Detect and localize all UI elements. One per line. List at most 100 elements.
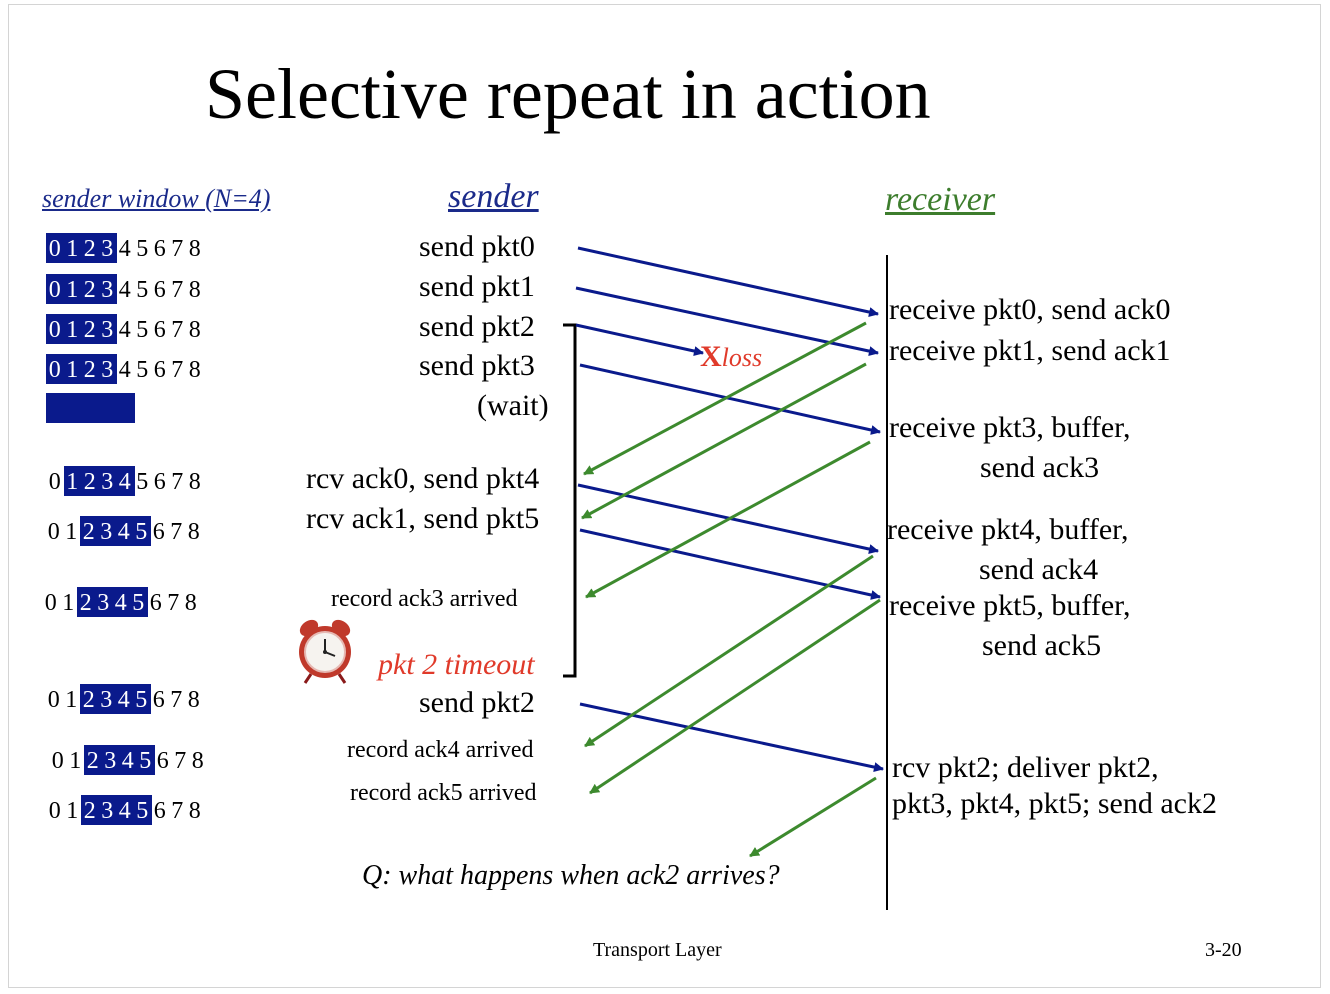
sequence-number: 2 <box>83 317 96 343</box>
sequence-number: 4 <box>118 236 131 262</box>
footer-page-number: 3-20 <box>1205 939 1242 961</box>
sequence-number: 2 <box>83 236 96 262</box>
sequence-number: 5 <box>136 357 149 383</box>
timeout-label: pkt 2 timeout <box>378 648 535 681</box>
sequence-number: 1 <box>66 317 79 343</box>
sequence-number: 3 <box>101 798 114 824</box>
sender-event-wait: (wait) <box>477 389 549 422</box>
receiver-event-pkt5-line1: receive pkt5, buffer, <box>889 589 1131 622</box>
receiver-event-pkt3-line2: send ack3 <box>980 451 1100 484</box>
sequence-number: 5 <box>132 590 145 616</box>
sequence-number: 6 <box>153 277 166 303</box>
sender-event-record-ack4: record ack4 arrived <box>347 737 534 763</box>
slide: Selective repeat in action sender window… <box>0 0 1330 994</box>
sequence-number: 4 <box>118 469 131 495</box>
sender-event-send-pkt1: send pkt1 <box>419 270 535 303</box>
sequence-number: 2 <box>86 748 99 774</box>
arrow-ack2 <box>749 776 877 858</box>
sequence-number: 8 <box>191 748 204 774</box>
sequence-number: 7 <box>170 519 183 545</box>
sequence-number: 0 <box>48 798 61 824</box>
sequence-number: 2 <box>82 687 95 713</box>
sender-event-send-pkt2: send pkt2 <box>419 310 535 343</box>
window-sequence-numbers: 012345678 <box>46 798 204 825</box>
sequence-number: 5 <box>139 748 152 774</box>
sequence-number: 0 <box>51 748 64 774</box>
sequence-number: 2 <box>83 277 96 303</box>
alarm-clock-icon <box>299 619 351 684</box>
sequence-number: 6 <box>153 469 166 495</box>
timing-diagram <box>299 246 888 910</box>
sequence-number: 5 <box>136 277 149 303</box>
sequence-number: 1 <box>66 236 79 262</box>
sequence-number: 8 <box>188 469 201 495</box>
sequence-number: 6 <box>153 317 166 343</box>
slide-title: Selective repeat in action <box>205 54 931 134</box>
sequence-number: 2 <box>82 519 95 545</box>
sequence-number: 0 <box>47 519 60 545</box>
sequence-number: 6 <box>153 357 166 383</box>
loss-marker: Xloss <box>700 342 762 372</box>
sender-event-record-ack5: record ack5 arrived <box>350 780 537 806</box>
sequence-number: 6 <box>149 590 162 616</box>
arrow-ack1 <box>581 362 867 520</box>
sequence-number: 3 <box>97 590 110 616</box>
receiver-event-pkt1: receive pkt1, send ack1 <box>889 334 1171 367</box>
sequence-number: 2 <box>83 469 96 495</box>
arrow-pkt3 <box>579 363 881 435</box>
window-sequence-numbers: 012345678 <box>49 748 207 775</box>
sender-event-record-ack3: record ack3 arrived <box>331 586 518 612</box>
arrow-ack5 <box>589 598 881 795</box>
sequence-number: 7 <box>171 317 184 343</box>
receiver-event-pkt2-line1: rcv pkt2; deliver pkt2, <box>892 751 1159 784</box>
receiver-event-pkt4-line2: send ack4 <box>979 553 1099 586</box>
receiver-event-pkt5-line2: send ack5 <box>982 629 1102 662</box>
sequence-number: 0 <box>48 277 61 303</box>
sender-event-resend-pkt2: send pkt2 <box>419 686 535 719</box>
sequence-number: 3 <box>101 357 114 383</box>
window-sequence-numbers: 012345678 <box>45 519 203 546</box>
sequence-number: 1 <box>69 748 82 774</box>
sequence-number: 7 <box>171 798 184 824</box>
window-sequence-numbers: 012345678 <box>46 317 204 344</box>
sequence-number: 3 <box>100 519 113 545</box>
sequence-number: 5 <box>136 236 149 262</box>
sequence-number: 3 <box>101 277 114 303</box>
loss-word: loss <box>721 343 763 372</box>
sequence-number: 4 <box>121 748 134 774</box>
receiver-event-pkt0: receive pkt0, send ack0 <box>889 293 1171 326</box>
window-highlight <box>46 393 135 423</box>
sequence-number: 3 <box>101 317 114 343</box>
sequence-number: 3 <box>101 469 114 495</box>
sequence-number: 1 <box>66 357 79 383</box>
sequence-number: 0 <box>44 590 57 616</box>
sender-event-send-pkt0: send pkt0 <box>419 230 535 263</box>
sequence-number: 4 <box>118 798 131 824</box>
arrow-ack4 <box>584 554 874 748</box>
window-sequence-numbers: 012345678 <box>45 687 203 714</box>
sequence-number: 0 <box>48 317 61 343</box>
sender-event-rcv-ack0: rcv ack0, send pkt4 <box>306 462 540 495</box>
sequence-number: 8 <box>184 590 197 616</box>
sequence-number: 1 <box>65 519 78 545</box>
receiver-event-pkt4-line1: receive pkt4, buffer, <box>887 513 1129 546</box>
sequence-number: 1 <box>65 687 78 713</box>
receiver-event-pkt2-line2: pkt3, pkt4, pkt5; send ack2 <box>892 787 1217 820</box>
sequence-number: 1 <box>66 469 79 495</box>
sender-event-send-pkt3: send pkt3 <box>419 349 535 382</box>
window-sequence-numbers: 012345678 <box>46 277 204 304</box>
receiver-header: receiver <box>885 181 996 218</box>
sequence-number: 7 <box>171 357 184 383</box>
sequence-number: 7 <box>170 687 183 713</box>
sender-event-rcv-ack1: rcv ack1, send pkt5 <box>306 502 540 535</box>
arrow-ack3 <box>585 440 871 599</box>
sequence-number: 6 <box>152 519 165 545</box>
sequence-number: 4 <box>114 590 127 616</box>
sequence-number: 8 <box>187 519 200 545</box>
footer-section-label: Transport Layer <box>593 939 722 961</box>
sequence-number: 8 <box>187 687 200 713</box>
sequence-number: 8 <box>188 357 201 383</box>
timeout-bracket <box>563 323 577 678</box>
sequence-number: 1 <box>66 798 79 824</box>
sequence-number: 7 <box>171 469 184 495</box>
